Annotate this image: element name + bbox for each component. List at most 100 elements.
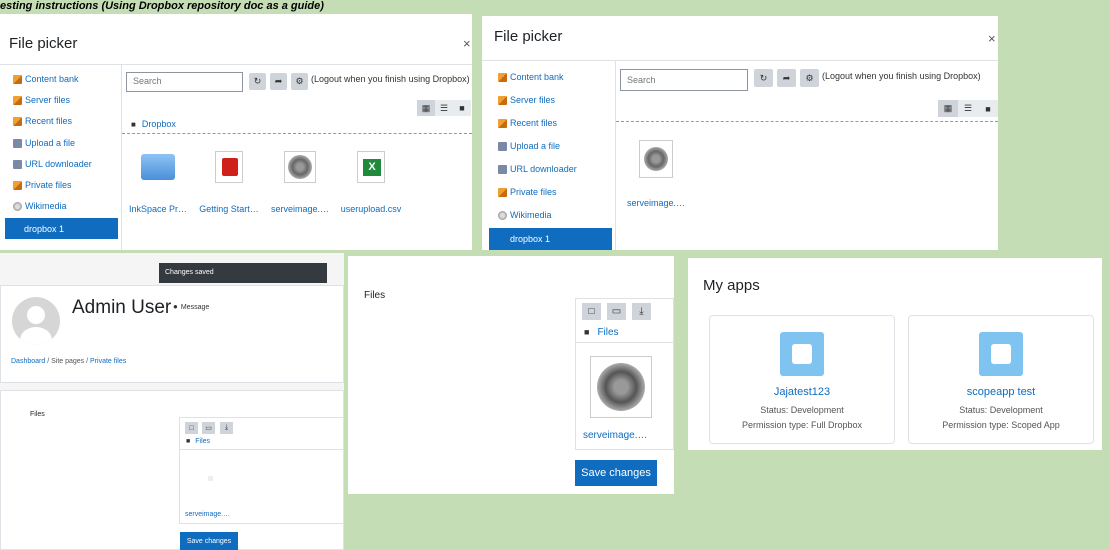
folder-icon: ■ xyxy=(584,327,590,337)
repo-dropbox[interactable]: dropbox 1 xyxy=(5,218,118,239)
file-item[interactable]: serveimage.… xyxy=(583,430,647,441)
folder-icon xyxy=(141,150,175,184)
url-icon xyxy=(13,159,22,169)
avatar xyxy=(12,297,60,345)
repository-icon xyxy=(13,95,22,105)
add-file-icon[interactable]: □ xyxy=(582,303,601,320)
icon-view-button[interactable]: ▦ xyxy=(417,100,435,116)
wikimedia-icon xyxy=(498,210,507,220)
app-status: Status: Development xyxy=(760,405,844,415)
page-title: My apps xyxy=(703,277,760,294)
url-icon xyxy=(498,164,507,174)
repo-url-downloader[interactable]: URL downloader xyxy=(498,164,577,174)
add-file-icon[interactable]: □ xyxy=(185,422,198,434)
app-status: Status: Development xyxy=(959,405,1043,415)
repo-upload[interactable]: Upload a file xyxy=(498,141,560,151)
folder-icon: ■ xyxy=(131,120,136,129)
repository-sidebar: Content bank Server files Recent files U… xyxy=(0,65,122,250)
repository-icon xyxy=(498,95,507,105)
breadcrumb[interactable]: ■ Dropbox xyxy=(131,119,176,129)
repository-icon xyxy=(498,118,507,128)
create-folder-icon[interactable]: ▭ xyxy=(607,303,626,320)
files-label: Files xyxy=(364,290,386,301)
download-icon[interactable]: ⤓ xyxy=(632,303,651,320)
file-item[interactable]: Getting Start… xyxy=(197,150,261,214)
repo-private-files[interactable]: Private files xyxy=(498,187,557,197)
gear-icon[interactable]: ⚙ xyxy=(291,73,308,90)
app-name[interactable]: Jajatest123 xyxy=(710,386,894,398)
toast-notification: Changes saved xyxy=(159,263,327,283)
app-card[interactable]: scopeapp test Status: Development Permis… xyxy=(908,315,1094,444)
my-apps-panel: My apps Jajatest123 Status: Development … xyxy=(688,258,1102,450)
file-item[interactable]: serveimage.… xyxy=(185,511,230,518)
file-picker-dialog-right: File picker × Content bank Server files … xyxy=(482,16,998,250)
files-label: Files xyxy=(30,411,45,418)
logout-icon[interactable]: ➦ xyxy=(777,69,796,87)
repo-server-files[interactable]: Server files xyxy=(498,95,555,105)
upload-icon xyxy=(498,141,507,151)
logout-text: (Logout when you finish using Dropbox) xyxy=(822,71,981,81)
close-button[interactable]: × xyxy=(988,31,996,46)
close-button[interactable]: × xyxy=(463,36,471,51)
folder-view-button[interactable]: ■ xyxy=(453,100,471,116)
app-permission: Permission type: Scoped App xyxy=(942,420,1060,430)
file-manager: □ ▭ ⤓ ■ Files serveimage.… xyxy=(179,417,344,524)
wikimedia-icon xyxy=(13,201,22,211)
message-link[interactable]: ● Message xyxy=(173,302,209,311)
refresh-icon[interactable]: ↻ xyxy=(754,69,773,87)
repository-icon xyxy=(13,74,22,84)
breadcrumb-dashboard[interactable]: Dashboard xyxy=(11,358,45,365)
app-name[interactable]: scopeapp test xyxy=(909,386,1093,398)
search-input[interactable]: Search xyxy=(620,69,748,91)
upload-icon xyxy=(13,138,22,148)
page-title: Admin User xyxy=(72,297,172,318)
repo-wikimedia[interactable]: Wikimedia xyxy=(498,210,552,220)
save-changes-button[interactable]: Save changes xyxy=(180,532,238,550)
folder-view-button[interactable]: ■ xyxy=(978,100,998,117)
search-input[interactable]: Search xyxy=(126,72,243,92)
repo-content-bank[interactable]: Content bank xyxy=(498,72,564,82)
divider xyxy=(180,449,343,450)
icon-view-button[interactable]: ▦ xyxy=(938,100,958,117)
app-card[interactable]: Jajatest123 Status: Development Permissi… xyxy=(709,315,895,444)
repo-recent-files[interactable]: Recent files xyxy=(13,116,72,126)
image-thumbnail xyxy=(639,140,673,178)
file-item[interactable]: userupload.csv xyxy=(339,150,403,214)
folder-crumb[interactable]: ■ Files xyxy=(186,438,210,445)
repo-upload[interactable]: Upload a file xyxy=(13,138,75,148)
dialog-title: File picker xyxy=(494,28,563,45)
folder-icon: ■ xyxy=(186,438,191,445)
list-view-button[interactable]: ☰ xyxy=(435,100,453,116)
repository-icon xyxy=(498,72,507,82)
puzzle-icon xyxy=(979,332,1023,376)
list-view-button[interactable]: ☰ xyxy=(958,100,978,117)
divider xyxy=(576,342,673,343)
repo-recent-files[interactable]: Recent files xyxy=(498,118,557,128)
divider xyxy=(122,133,472,134)
file-item[interactable]: InkSpace Pr… xyxy=(126,150,190,214)
files-panel: Files □ ▭ ⤓ ■ Files serveimage.… Save cha… xyxy=(348,256,674,494)
pdf-icon xyxy=(212,150,246,184)
repo-content-bank[interactable]: Content bank xyxy=(13,74,79,84)
folder-crumb[interactable]: ■ Files xyxy=(584,327,619,338)
file-item[interactable]: serveimage.… xyxy=(624,140,688,208)
repo-wikimedia[interactable]: Wikimedia xyxy=(13,201,67,211)
repository-icon xyxy=(13,180,22,190)
create-folder-icon[interactable]: ▭ xyxy=(202,422,215,434)
download-icon[interactable]: ⤓ xyxy=(220,422,233,434)
breadcrumb-private-files[interactable]: Private files xyxy=(90,358,126,365)
app-permission: Permission type: Full Dropbox xyxy=(741,420,863,430)
file-item[interactable]: serveimage.… xyxy=(268,150,332,214)
logout-icon[interactable]: ➦ xyxy=(270,73,287,90)
gear-icon[interactable]: ⚙ xyxy=(800,69,819,87)
refresh-icon[interactable]: ↻ xyxy=(249,73,266,90)
repo-url-downloader[interactable]: URL downloader xyxy=(13,159,92,169)
save-changes-button[interactable]: Save changes xyxy=(575,460,657,486)
repo-private-files[interactable]: Private files xyxy=(13,180,72,190)
breadcrumb: Dashboard / Site pages / Private files xyxy=(11,358,126,365)
repo-server-files[interactable]: Server files xyxy=(13,95,70,105)
breadcrumb-site-pages: Site pages xyxy=(51,358,85,365)
repo-dropbox[interactable]: dropbox 1 xyxy=(489,228,612,250)
image-thumbnail xyxy=(590,356,652,418)
spreadsheet-icon xyxy=(354,150,388,184)
